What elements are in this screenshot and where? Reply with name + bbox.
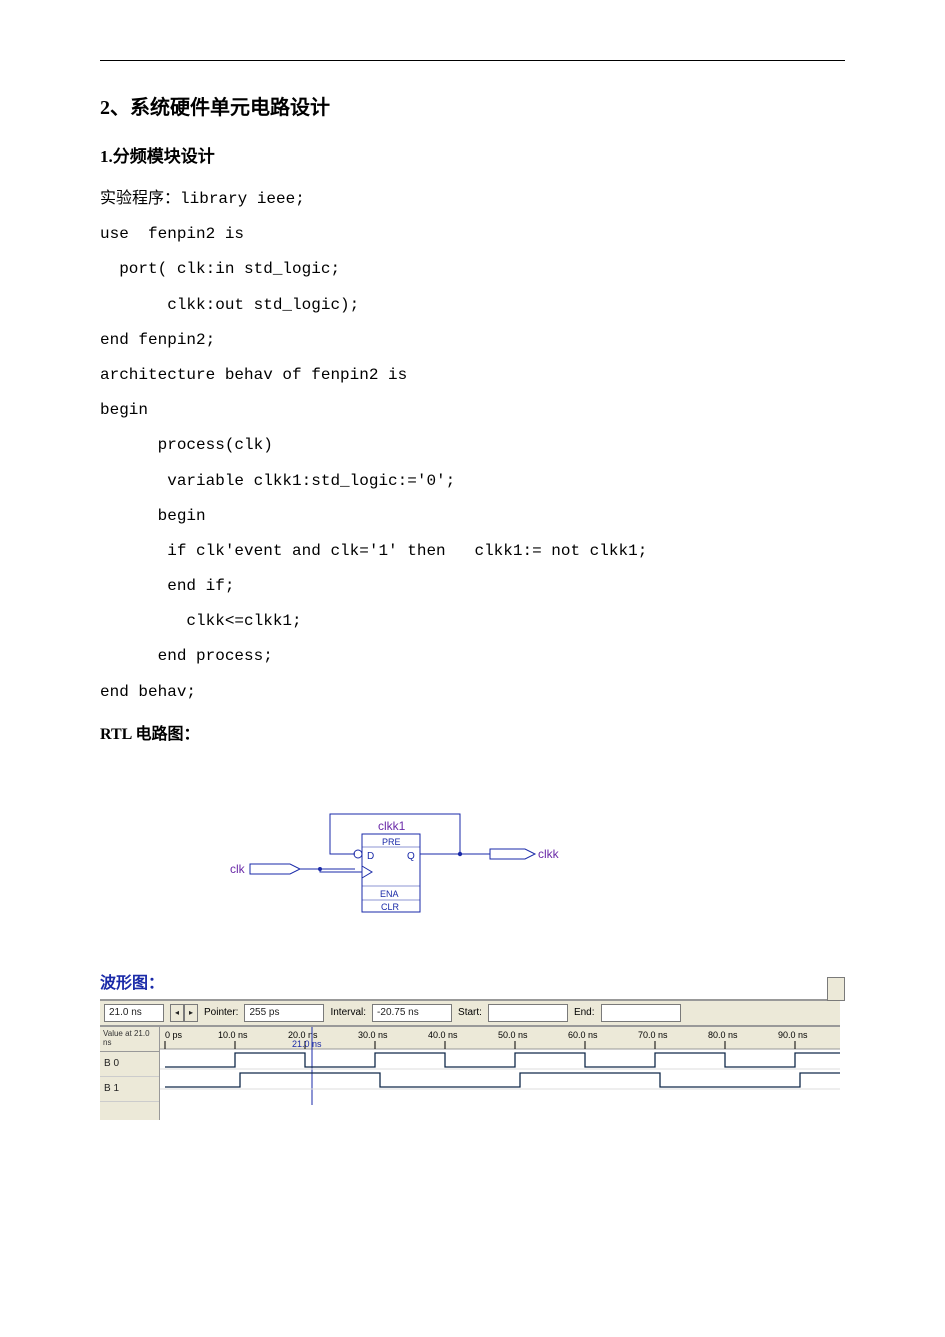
code-line: use fenpin2 is	[100, 217, 845, 252]
end-field[interactable]	[601, 1004, 681, 1022]
tick-label: 50.0 ns	[498, 1030, 528, 1040]
step-buttons[interactable]: ◂ ▸	[170, 1004, 198, 1022]
tick-label: 10.0 ns	[218, 1030, 248, 1040]
tick-label: 60.0 ns	[568, 1030, 598, 1040]
flipflop-block: clkk1 PRE D Q ENA CLR	[362, 819, 420, 912]
waveform-svg: 0 ps 10.0 ns 20.0 ns 30.0 ns 40.0 ns 50.…	[160, 1027, 840, 1105]
code-line: clkk:out std_logic);	[100, 288, 845, 323]
code-prefix: 实验程序：	[100, 190, 180, 207]
signal-wave-2	[165, 1073, 840, 1087]
tick-label: 90.0 ns	[778, 1030, 808, 1040]
code-line: end if;	[100, 569, 845, 604]
tick-label: 30.0 ns	[358, 1030, 388, 1040]
step-left-icon[interactable]: ◂	[170, 1004, 184, 1022]
step-right-icon[interactable]: ▸	[184, 1004, 198, 1022]
waveform-plot[interactable]: 0 ps 10.0 ns 20.0 ns 30.0 ns 40.0 ns 50.…	[160, 1027, 840, 1120]
cursor-label: 21.0 ns	[292, 1039, 322, 1049]
output-port-clkk: clkk	[490, 847, 560, 861]
code-line: if clk'event and clk='1' then clkk1:= no…	[100, 534, 845, 569]
signal-row[interactable]: B 0	[100, 1052, 159, 1077]
signal-wave-1	[165, 1053, 840, 1067]
code-line: end process;	[100, 639, 845, 674]
code-line: architecture behav of fenpin2 is	[100, 358, 845, 393]
time-field[interactable]: 21.0 ns	[104, 1004, 164, 1022]
waveform-label: 波形图：	[100, 969, 845, 993]
waveform-viewer: 21.0 ns ◂ ▸ Pointer: 255 ps Interval: -2…	[100, 999, 840, 1120]
interval-label: Interval:	[330, 1007, 366, 1018]
tick-label: 70.0 ns	[638, 1030, 668, 1040]
waveform-body: Value at 21.0 ns B 0 B 1 0 ps 10.0 ns 20…	[100, 1026, 840, 1120]
pin-d: D	[367, 851, 374, 862]
code-line: 实验程序：library ieee;	[100, 181, 845, 217]
start-field[interactable]	[488, 1004, 568, 1022]
code-line: begin	[100, 499, 845, 534]
pin-ena: ENA	[380, 889, 399, 899]
start-label: Start:	[458, 1007, 482, 1018]
block-name: clkk1	[378, 819, 406, 833]
rtl-diagram-label: RTL 电路图：	[100, 720, 845, 744]
scroll-end-icon[interactable]	[827, 977, 845, 1001]
tick-label: 0 ps	[165, 1030, 183, 1040]
pin-pre: PRE	[382, 837, 401, 847]
code-line: port( clk:in std_logic;	[100, 252, 845, 287]
tick-label: 40.0 ns	[428, 1030, 458, 1040]
signal-row[interactable]: B 1	[100, 1077, 159, 1102]
waveform-toolbar: 21.0 ns ◂ ▸ Pointer: 255 ps Interval: -2…	[100, 1001, 840, 1026]
section-heading-2: 2、系统硬件单元电路设计	[100, 91, 845, 120]
input-port-clk: clk	[230, 862, 300, 876]
end-label: End:	[574, 1007, 595, 1018]
port-label: clk	[230, 862, 246, 876]
pointer-field[interactable]: 255 ps	[244, 1004, 324, 1022]
rtl-svg: clk clkk1 PRE D Q ENA	[160, 774, 580, 934]
code-line: process(clk)	[100, 428, 845, 463]
junction-dot-icon	[318, 867, 322, 871]
code-text: library ieee;	[180, 190, 305, 208]
interval-field[interactable]: -20.75 ns	[372, 1004, 452, 1022]
waveform-signal-column: Value at 21.0 ns B 0 B 1	[100, 1027, 160, 1120]
code-line: variable clkk1:std_logic:='0';	[100, 464, 845, 499]
port-label: clkk	[538, 847, 560, 861]
subsection-heading-1: 1.分频模块设计	[100, 142, 845, 167]
inverter-bubble-icon	[354, 850, 362, 858]
tick-label: 80.0 ns	[708, 1030, 738, 1040]
code-line: end fenpin2;	[100, 323, 845, 358]
value-at-header: Value at 21.0 ns	[100, 1027, 159, 1052]
top-rule	[100, 60, 845, 61]
pin-clr: CLR	[381, 902, 400, 912]
code-line: end behav;	[100, 675, 845, 710]
signal-row-empty	[100, 1102, 159, 1120]
code-line: clkk<=clkk1;	[100, 604, 845, 639]
rtl-diagram: clk clkk1 PRE D Q ENA	[160, 774, 845, 939]
pointer-label: Pointer:	[204, 1007, 238, 1018]
pin-q: Q	[407, 851, 415, 862]
code-line: begin	[100, 393, 845, 428]
